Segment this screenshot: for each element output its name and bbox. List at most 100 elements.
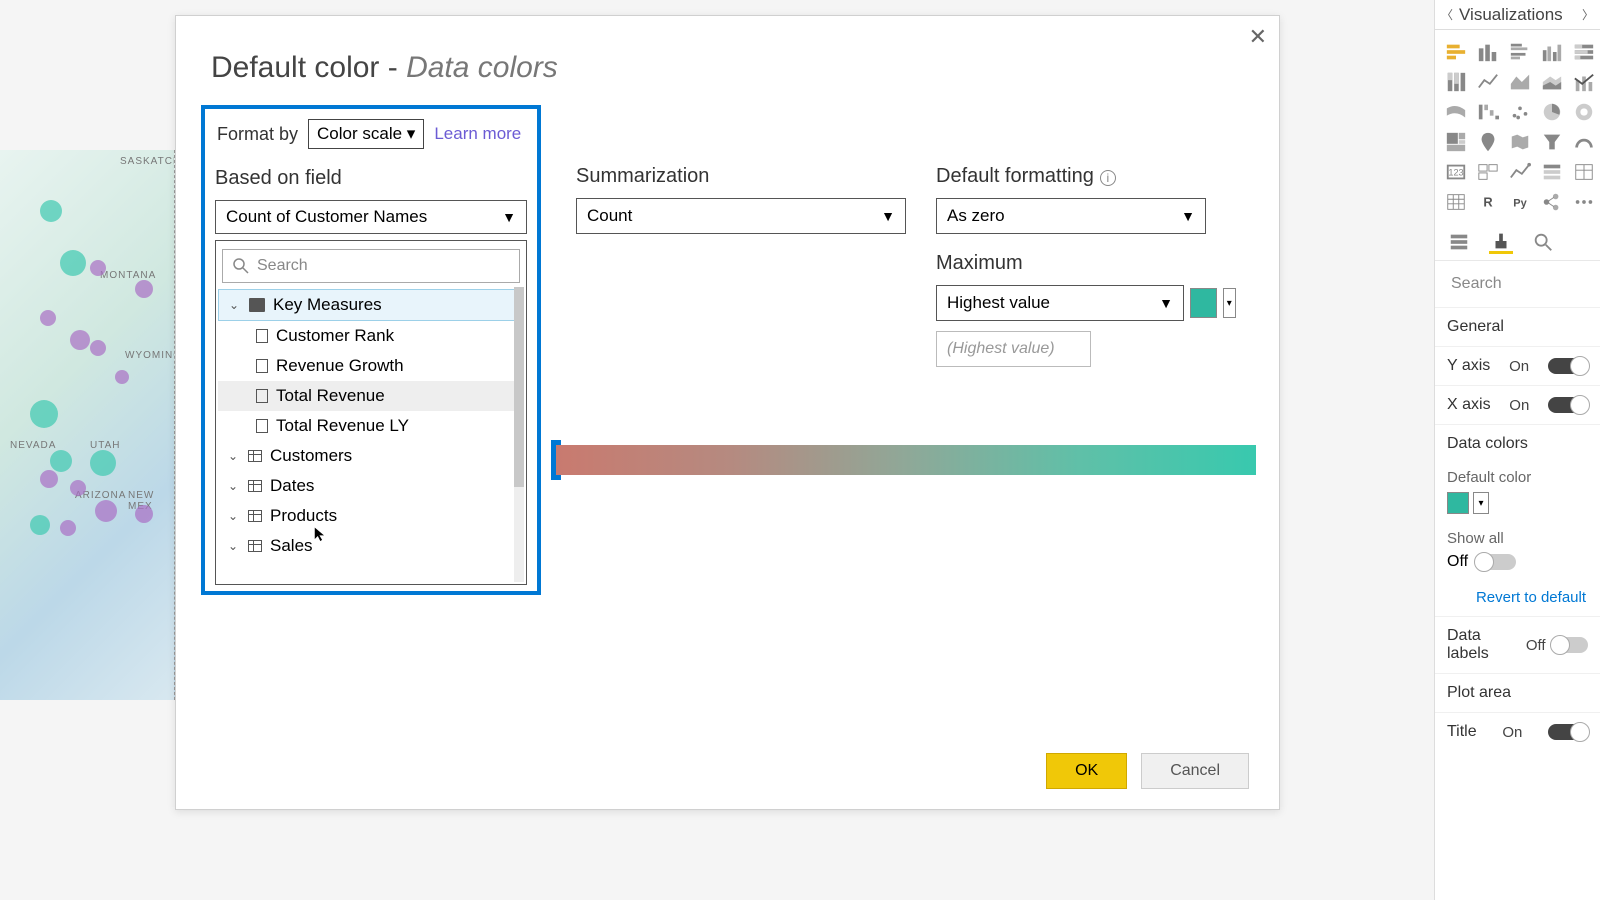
map-icon[interactable] (1475, 130, 1501, 154)
tree-group-key-measures[interactable]: ⌄Key Measures (218, 289, 524, 321)
chevron-down-icon: ▼ (1181, 208, 1195, 224)
measure-icon (256, 329, 268, 343)
search-icon (233, 258, 249, 274)
stacked-column-icon[interactable] (1475, 40, 1501, 64)
visualizations-pane: 〈 Visualizations 〉 123 R Py (1434, 0, 1600, 900)
pane-next-icon[interactable]: 〉 (1582, 6, 1594, 23)
show-all-toggle[interactable] (1476, 554, 1516, 570)
default-color-swatch[interactable] (1447, 492, 1469, 514)
learn-more-link[interactable]: Learn more (434, 124, 521, 144)
prop-plot-area[interactable]: Plot area (1435, 673, 1600, 712)
map-viz-background: SASKATCHI MONTANA WYOMING NEVADA UTAH AR… (0, 150, 175, 700)
cancel-button[interactable]: Cancel (1141, 753, 1249, 789)
folder-icon (249, 298, 265, 312)
prop-data-labels[interactable]: Data labelsOff (1435, 616, 1600, 673)
clustered-bar-icon[interactable] (1507, 40, 1533, 64)
measure-icon (256, 359, 268, 373)
tree-table-dates[interactable]: ⌄Dates (218, 471, 524, 501)
prop-general[interactable]: General (1435, 307, 1600, 346)
chevron-down-icon: ▼ (1159, 295, 1173, 311)
100-stacked-bar-icon[interactable] (1571, 40, 1597, 64)
tree-item-total-revenue[interactable]: Total Revenue (218, 381, 524, 411)
tree-table-customers[interactable]: ⌄Customers (218, 441, 524, 471)
table-icon (248, 540, 262, 552)
chevron-down-icon: ▼ (881, 208, 895, 224)
chevron-down-icon: ⌄ (228, 479, 240, 493)
py-visual-icon[interactable]: Py (1507, 190, 1533, 214)
maximum-dropdown[interactable]: Highest value▼ (936, 285, 1184, 321)
stacked-bar-icon[interactable] (1443, 40, 1469, 64)
tree-table-sales[interactable]: ⌄Sales (218, 531, 524, 561)
default-color-dropdown[interactable]: ▾ (1473, 492, 1489, 514)
gauge-icon[interactable] (1571, 130, 1597, 154)
prop-y-axis[interactable]: Y axisOn (1435, 346, 1600, 385)
tree-table-products[interactable]: ⌄Products (218, 501, 524, 531)
x-axis-toggle[interactable] (1548, 397, 1588, 413)
prop-title[interactable]: TitleOn (1435, 712, 1600, 751)
format-by-panel: Format by Color scale ▾ Learn more Based… (201, 105, 541, 595)
pane-prev-icon[interactable]: 〈 (1441, 6, 1453, 23)
matrix-icon[interactable] (1443, 190, 1469, 214)
data-labels-toggle[interactable] (1552, 637, 1588, 653)
format-by-select[interactable]: Color scale ▾ (308, 119, 424, 149)
format-search-input[interactable]: Search (1443, 269, 1592, 299)
svg-text:Py: Py (1513, 198, 1527, 210)
donut-icon[interactable] (1571, 100, 1597, 124)
summarization-dropdown[interactable]: Count▼ (576, 198, 906, 234)
tree-item-revenue-growth[interactable]: Revenue Growth (218, 351, 524, 381)
cursor-icon (311, 525, 331, 545)
scatter-icon[interactable] (1507, 100, 1533, 124)
funnel-icon[interactable] (1539, 130, 1565, 154)
table-icon (248, 450, 262, 462)
default-formatting-label: Default formattingi (936, 165, 1236, 188)
key-influencers-icon[interactable] (1539, 190, 1565, 214)
color-gradient-preview (556, 445, 1256, 475)
clustered-column-icon[interactable] (1539, 40, 1565, 64)
analytics-tab-icon[interactable] (1531, 230, 1555, 254)
line-chart-icon[interactable] (1475, 70, 1501, 94)
kpi-icon[interactable] (1507, 160, 1533, 184)
stacked-area-icon[interactable] (1539, 70, 1565, 94)
prop-x-axis[interactable]: X axisOn (1435, 385, 1600, 424)
prop-show-all-label: Show all (1435, 524, 1600, 549)
chevron-down-icon: ⌄ (229, 298, 241, 312)
slicer-icon[interactable] (1539, 160, 1565, 184)
measure-icon (256, 419, 268, 433)
tree-item-customer-rank[interactable]: Customer Rank (218, 321, 524, 351)
field-search-input[interactable]: Search (222, 249, 520, 283)
format-tab-icon[interactable] (1489, 230, 1513, 254)
y-axis-toggle[interactable] (1548, 358, 1588, 374)
tree-item-total-revenue-ly[interactable]: Total Revenue LY (218, 411, 524, 441)
tree-scrollbar[interactable] (514, 287, 524, 582)
fields-tab-icon[interactable] (1447, 230, 1471, 254)
revert-to-default-link[interactable]: Revert to default (1435, 579, 1600, 616)
table-icon[interactable] (1571, 160, 1597, 184)
default-formatting-dropdown[interactable]: As zero▼ (936, 198, 1206, 234)
title-toggle[interactable] (1548, 724, 1588, 740)
maximum-label: Maximum (936, 252, 1236, 275)
prop-default-color-label: Default color (1435, 463, 1600, 488)
more-icon[interactable] (1571, 190, 1597, 214)
multi-card-icon[interactable] (1475, 160, 1501, 184)
waterfall-icon[interactable] (1475, 100, 1501, 124)
summarization-label: Summarization (576, 165, 906, 188)
line-stacked-column-icon[interactable] (1571, 70, 1597, 94)
based-on-field-dropdown[interactable]: Count of Customer Names▼ (215, 200, 527, 234)
100-stacked-column-icon[interactable] (1443, 70, 1469, 94)
area-chart-icon[interactable] (1507, 70, 1533, 94)
r-visual-icon[interactable]: R (1475, 190, 1501, 214)
card-icon[interactable]: 123 (1443, 160, 1469, 184)
maximum-value-input[interactable]: (Highest value) (936, 331, 1091, 367)
chevron-down-icon: ⌄ (228, 509, 240, 523)
filled-map-icon[interactable] (1507, 130, 1533, 154)
max-color-dropdown[interactable]: ▾ (1223, 288, 1236, 318)
ok-button[interactable]: OK (1046, 753, 1127, 789)
chevron-down-icon: ▼ (502, 209, 516, 225)
treemap-icon[interactable] (1443, 130, 1469, 154)
close-icon[interactable]: ✕ (1249, 24, 1267, 50)
ribbon-chart-icon[interactable] (1443, 100, 1469, 124)
max-color-swatch[interactable] (1190, 288, 1217, 318)
table-icon (248, 510, 262, 522)
pie-icon[interactable] (1539, 100, 1565, 124)
prop-data-colors[interactable]: Data colors (1435, 424, 1600, 463)
